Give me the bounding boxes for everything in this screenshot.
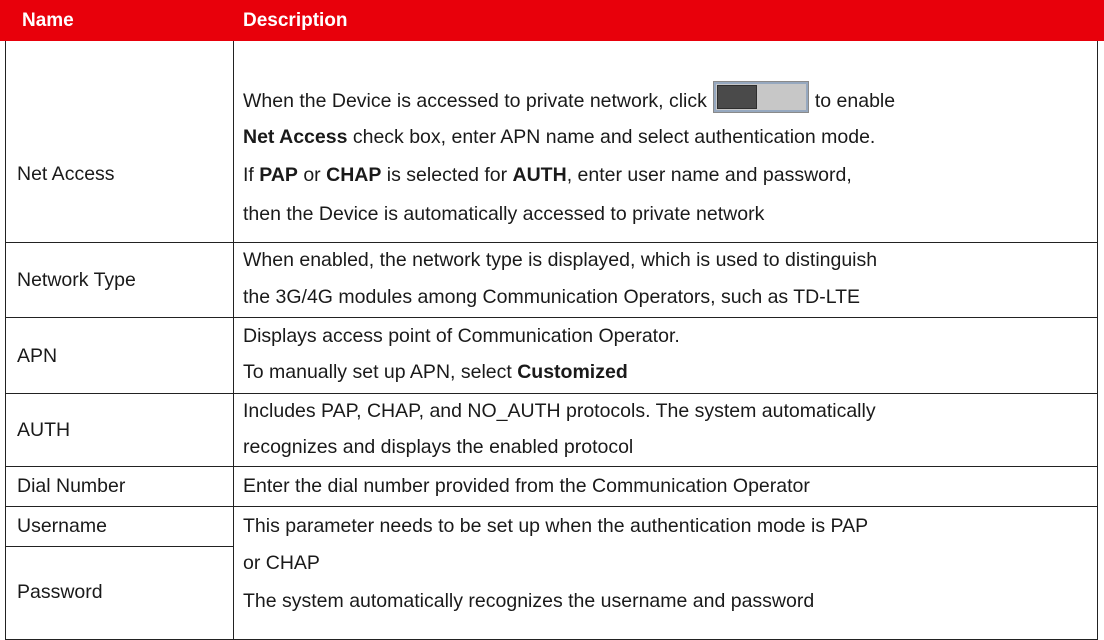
- header-description: Description: [243, 10, 348, 31]
- row-name-network-type: Network Type: [17, 269, 136, 291]
- header-name: Name: [22, 10, 74, 31]
- row-name-apn: APN: [17, 345, 58, 367]
- row-divider: [5, 506, 1098, 507]
- row-name-auth: AUTH: [17, 419, 71, 441]
- column-divider: [233, 41, 234, 640]
- auth-line-2: recognizes and displays the enabled prot…: [243, 436, 634, 458]
- net-access-line-4: then the Device is automatically accesse…: [243, 203, 765, 225]
- toggle-switch-icon: [712, 81, 809, 113]
- row-name-net-access: Net Access: [17, 163, 115, 185]
- row-divider: [5, 466, 1098, 467]
- credentials-line-2: or CHAP: [243, 552, 320, 574]
- row-name-password: Password: [17, 581, 103, 603]
- table-header: Name Description: [0, 0, 1104, 41]
- row-name-dial-number: Dial Number: [17, 475, 126, 497]
- auth-line-1: Includes PAP, CHAP, and NO_AUTH protocol…: [243, 400, 876, 422]
- dial-number-line-1: Enter the dial number provided from the …: [243, 475, 810, 497]
- apn-line-2: To manually set up APN, select Customize…: [243, 361, 628, 383]
- net-access-line-2: Net Access check box, enter APN name and…: [243, 126, 876, 148]
- network-type-line-1: When enabled, the network type is displa…: [243, 249, 878, 271]
- row-name-username: Username: [17, 515, 107, 537]
- credentials-line-3: The system automatically recognizes the …: [243, 590, 815, 612]
- row-divider: [5, 546, 234, 547]
- credentials-line-1: This parameter needs to be set up when t…: [243, 515, 869, 537]
- net-access-line-1: When the Device is accessed to private n…: [243, 81, 1098, 120]
- apn-line-1: Displays access point of Communication O…: [243, 325, 680, 347]
- table-left-border: [5, 41, 6, 640]
- net-access-line-3: If PAP or CHAP is selected for AUTH, ent…: [243, 164, 852, 186]
- network-type-line-2: the 3G/4G modules among Communication Op…: [243, 286, 861, 308]
